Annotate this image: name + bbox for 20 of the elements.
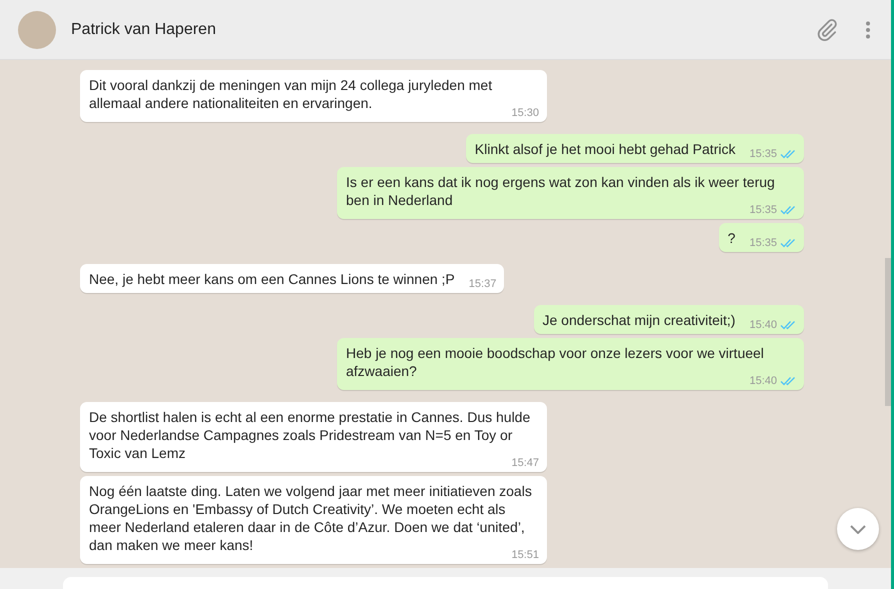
- contact-name: Patrick van Haperen: [71, 20, 217, 38]
- message-time: 15:35: [749, 203, 777, 217]
- menu-icon[interactable]: [865, 20, 871, 38]
- message-time: 15:35: [749, 147, 777, 161]
- message-time: 15:51: [511, 548, 539, 562]
- message-text: Dit vooral dankzij de meningen van mijn 24 collega juryleden met allemaal andere nationaliteiten en ervaringen.: [89, 76, 494, 112]
- message-time: 15:40: [749, 374, 777, 388]
- message-text: Klinkt alsof je het mooi hebt gehad Patrick: [474, 140, 736, 158]
- chevron-down-icon: [850, 524, 866, 534]
- message-text: Nee, je hebt meer kans om een Cannes Lions te winnen ;P: [89, 270, 455, 288]
- message-time: 15:47: [511, 456, 539, 470]
- message-time: 15:30: [511, 106, 539, 120]
- scroll-down-button[interactable]: [837, 508, 879, 550]
- message-text: Je onderschat mijn creativiteit;): [542, 311, 736, 329]
- message-time: 15:37: [468, 277, 496, 291]
- paperclip-icon[interactable]: [815, 18, 839, 42]
- message-time: 15:40: [749, 318, 777, 332]
- message-time: 15:35: [749, 236, 777, 250]
- avatar: [18, 10, 56, 48]
- message-text: ?: [728, 229, 736, 247]
